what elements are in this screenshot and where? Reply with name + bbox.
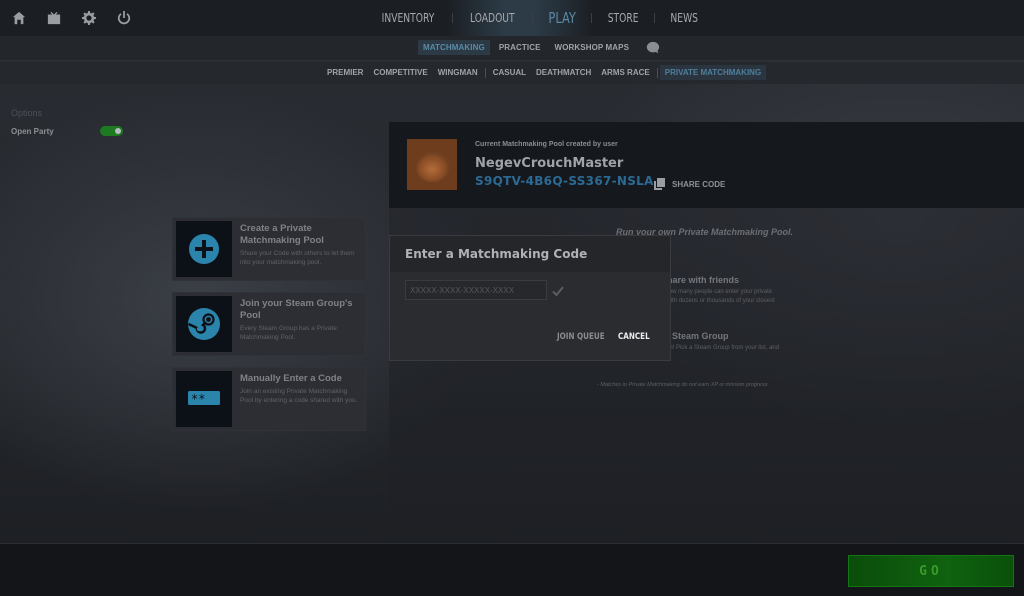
top-navigation-bar: INVENTORY LOADOUT PLAY STORE NEWS xyxy=(0,0,1024,36)
share-code-button[interactable]: SHARE CODE xyxy=(654,178,725,190)
steam-logo-icon xyxy=(187,308,220,340)
card-title: Create a Private Matchmaking Pool xyxy=(240,223,324,246)
mode-private-matchmaking[interactable]: PRIVATE MATCHMAKING xyxy=(659,65,767,80)
pool-options-list: Create a Private Matchmaking Pool Share … xyxy=(172,217,366,442)
options-title: Options xyxy=(11,108,43,118)
mode-deathmatch[interactable]: DEATHMATCH xyxy=(531,65,596,80)
mode-wingman[interactable]: WINGMAN xyxy=(433,65,483,80)
play-subnav: MATCHMAKING PRACTICE WORKSHOP MAPS xyxy=(0,36,1024,61)
nav-inventory[interactable]: INVENTORY xyxy=(376,11,441,25)
card-title: Join your Steam Group's Pool xyxy=(240,298,353,321)
tv-icon[interactable] xyxy=(45,9,63,27)
pool-code: S9QTV-4B6Q-SS367-NSLA xyxy=(475,174,654,188)
mode-arms-race[interactable]: ARMS RACE xyxy=(596,65,654,80)
cancel-button[interactable]: CANCEL xyxy=(618,332,650,342)
info-footnote: - Matches in Private Matchmaking do not … xyxy=(597,382,769,388)
card-description: Every Steam Group has a Private Matchmak… xyxy=(240,325,337,341)
pool-subtitle: Current Matchmaking Pool created by user xyxy=(475,141,618,148)
join-queue-button[interactable]: JOIN QUEUE xyxy=(557,332,605,342)
copy-icon xyxy=(654,178,665,190)
divider xyxy=(654,13,656,23)
nav-store[interactable]: STORE xyxy=(602,11,645,25)
open-party-label: Open Party xyxy=(11,126,54,136)
divider xyxy=(451,13,453,23)
divider xyxy=(590,13,592,23)
pool-owner-username: NegevCrouchMaster xyxy=(475,156,624,171)
tab-workshop-maps[interactable]: WORKSHOP MAPS xyxy=(550,40,635,55)
svg-text:**_: **_ xyxy=(191,392,213,406)
mode-casual[interactable]: CASUAL xyxy=(488,65,531,80)
matchmaking-code-input[interactable] xyxy=(405,280,547,300)
open-party-row: Open Party xyxy=(11,126,123,136)
divider xyxy=(531,13,533,23)
game-mode-nav: PREMIER COMPETITIVE WINGMAN CASUAL DEATH… xyxy=(0,62,1024,84)
card-title: Manually Enter a Code xyxy=(240,373,342,384)
nav-news[interactable]: NEWS xyxy=(665,11,704,25)
top-icon-group xyxy=(10,9,133,27)
home-icon[interactable] xyxy=(10,9,28,27)
create-pool-card[interactable]: Create a Private Matchmaking Pool Share … xyxy=(172,217,366,281)
card-description: Share your Code with others to let them … xyxy=(240,250,355,266)
card-description: Join an existing Private Matchmaking Poo… xyxy=(240,388,358,404)
user-avatar xyxy=(407,139,457,190)
divider xyxy=(484,67,486,78)
go-button-label: GO xyxy=(919,563,943,579)
mode-competitive[interactable]: COMPETITIVE xyxy=(368,65,432,80)
main-nav: INVENTORY LOADOUT PLAY STORE NEWS xyxy=(370,0,708,36)
enter-code-card[interactable]: **_ Manually Enter a Code Join an existi… xyxy=(172,367,366,431)
options-panel: Options Open Party xyxy=(11,108,123,136)
checkmark-icon[interactable] xyxy=(552,284,564,297)
go-button[interactable]: GO xyxy=(848,555,1014,587)
dialog-title: Enter a Matchmaking Code xyxy=(405,247,588,261)
enter-code-dialog: Enter a Matchmaking Code JOIN QUEUE CANC… xyxy=(389,235,671,361)
divider xyxy=(656,67,658,78)
share-code-label: SHARE CODE xyxy=(672,179,726,189)
tab-matchmaking[interactable]: MATCHMAKING xyxy=(418,40,490,55)
community-chat-icon[interactable] xyxy=(646,41,660,55)
mode-premier[interactable]: PREMIER xyxy=(322,65,368,80)
tab-practice[interactable]: PRACTICE xyxy=(494,40,546,55)
steam-group-pool-card[interactable]: Join your Steam Group's Pool Every Steam… xyxy=(172,292,366,356)
settings-gear-icon[interactable] xyxy=(80,9,98,27)
plus-circle-icon xyxy=(189,234,219,264)
power-icon[interactable] xyxy=(115,9,133,27)
password-field-icon: **_ xyxy=(188,391,220,406)
nav-loadout[interactable]: LOADOUT xyxy=(464,11,521,25)
current-pool-header: Current Matchmaking Pool created by user… xyxy=(389,122,1024,208)
nav-play[interactable]: PLAY xyxy=(542,9,581,27)
open-party-toggle[interactable] xyxy=(100,126,123,136)
